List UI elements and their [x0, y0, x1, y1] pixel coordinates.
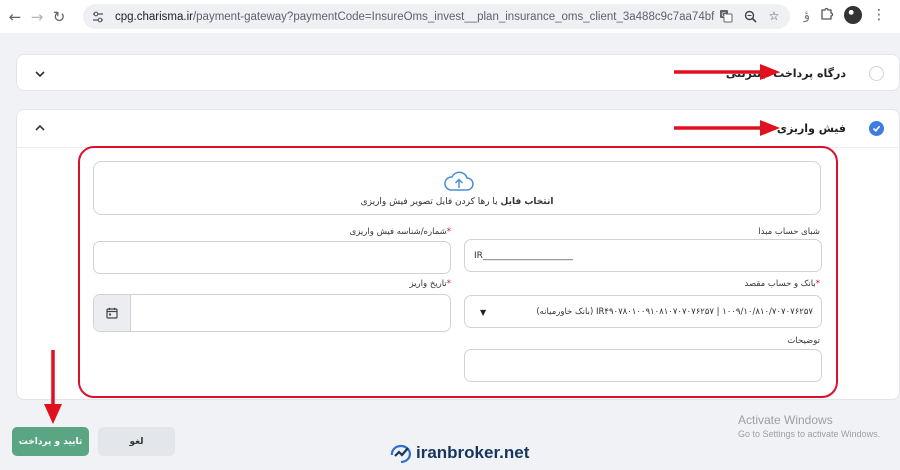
receipt-title: فیش واریزی	[776, 122, 846, 135]
source-sheba-label: شبای حساب مبدا	[758, 227, 820, 237]
source-sheba-input[interactable]: IR____________________	[464, 239, 822, 272]
annotation-arrow-online	[674, 64, 780, 80]
profile-avatar[interactable]	[844, 6, 862, 24]
calendar-button[interactable]	[94, 295, 131, 331]
cancel-button[interactable]: لغو	[98, 427, 175, 456]
back-icon[interactable]: ←	[4, 6, 26, 28]
activate-windows-hint: Go to Settings to activate Windows.	[738, 429, 881, 439]
puzzle-extensions-icon[interactable]	[820, 6, 834, 24]
zoom-icon[interactable]	[742, 8, 758, 24]
reload-icon[interactable]: ↻	[48, 6, 70, 28]
dropdown-caret-icon: ▼	[480, 308, 487, 317]
activate-windows-title: Activate Windows	[738, 413, 833, 427]
chevron-down-icon[interactable]	[33, 67, 47, 81]
svg-text:G: G	[722, 12, 727, 19]
bank-account-label: *بانک و حساب مقصد	[744, 279, 820, 289]
site-settings-icon[interactable]	[91, 10, 105, 24]
choose-file-link[interactable]: انتخاب فایل	[501, 197, 554, 207]
description-input[interactable]	[464, 349, 822, 382]
deposit-date-label: *تاریخ واریز	[409, 279, 452, 289]
description-label: توضیحات	[787, 336, 820, 346]
chevron-up-icon[interactable]	[33, 121, 47, 135]
browser-toolbar: ← → ↻ cpg.charisma.ir/payment-gateway?pa…	[0, 0, 900, 33]
deposit-date-input[interactable]	[93, 294, 451, 332]
receipt-radio-checked[interactable]	[869, 121, 884, 136]
confirm-and-pay-button[interactable]: تایید و پرداخت	[12, 427, 89, 456]
url-domain: cpg.charisma.ir	[115, 10, 193, 23]
annotation-arrow-receipt	[674, 120, 780, 136]
bookmark-star-icon[interactable]: ☆	[766, 8, 782, 24]
brand-logo-icon	[390, 444, 412, 463]
receipt-number-label: *شماره/شناسه فیش واریزی	[349, 227, 451, 237]
url-text: cpg.charisma.ir/payment-gateway?paymentC…	[115, 11, 715, 23]
bank-account-select[interactable]: ▼ IR۴۹۰۷۸۰۱۰۰۹۱۰۸۱۰۷۰۷۰۷۶۲۵۷ | ۱۰۰۹/۱۰/۸…	[464, 295, 822, 328]
browser-menu-icon[interactable]: ⋮	[872, 7, 886, 23]
brand-watermark: iranbroker.net	[390, 443, 529, 463]
forward-icon[interactable]: →	[26, 6, 48, 28]
upload-instructions: انتخاب فایل یا رها کردن فایل تصویر فیش و…	[94, 197, 820, 207]
online-gateway-radio[interactable]	[869, 66, 884, 81]
translate-icon[interactable]: G	[718, 8, 734, 24]
upload-hint: یا رها کردن فایل تصویر فیش واریزی	[360, 197, 501, 207]
windows-activation-watermark: Activate Windows Go to Settings to activ…	[738, 413, 880, 439]
receipt-upload-dropzone[interactable]: انتخاب فایل یا رها کردن فایل تصویر فیش و…	[93, 161, 821, 215]
brand-text: iranbroker.net	[416, 443, 530, 462]
receipt-number-input[interactable]	[93, 241, 451, 274]
source-sheba-value: IR____________________	[474, 251, 573, 261]
url-path: /payment-gateway?paymentCode=InsureOms_i…	[192, 10, 715, 23]
address-bar[interactable]: cpg.charisma.ir/payment-gateway?paymentC…	[83, 4, 790, 29]
cloud-upload-icon	[444, 171, 474, 191]
bank-account-value: IR۴۹۰۷۸۰۱۰۰۹۱۰۸۱۰۷۰۷۰۷۶۲۵۷ | ۱۰۰۹/۱۰/۸۱۰…	[536, 307, 813, 317]
calendar-icon	[106, 307, 118, 319]
check-icon	[872, 125, 881, 132]
annotation-arrow-confirm	[44, 350, 62, 424]
extension-icon[interactable]: ﺅ	[804, 8, 810, 23]
